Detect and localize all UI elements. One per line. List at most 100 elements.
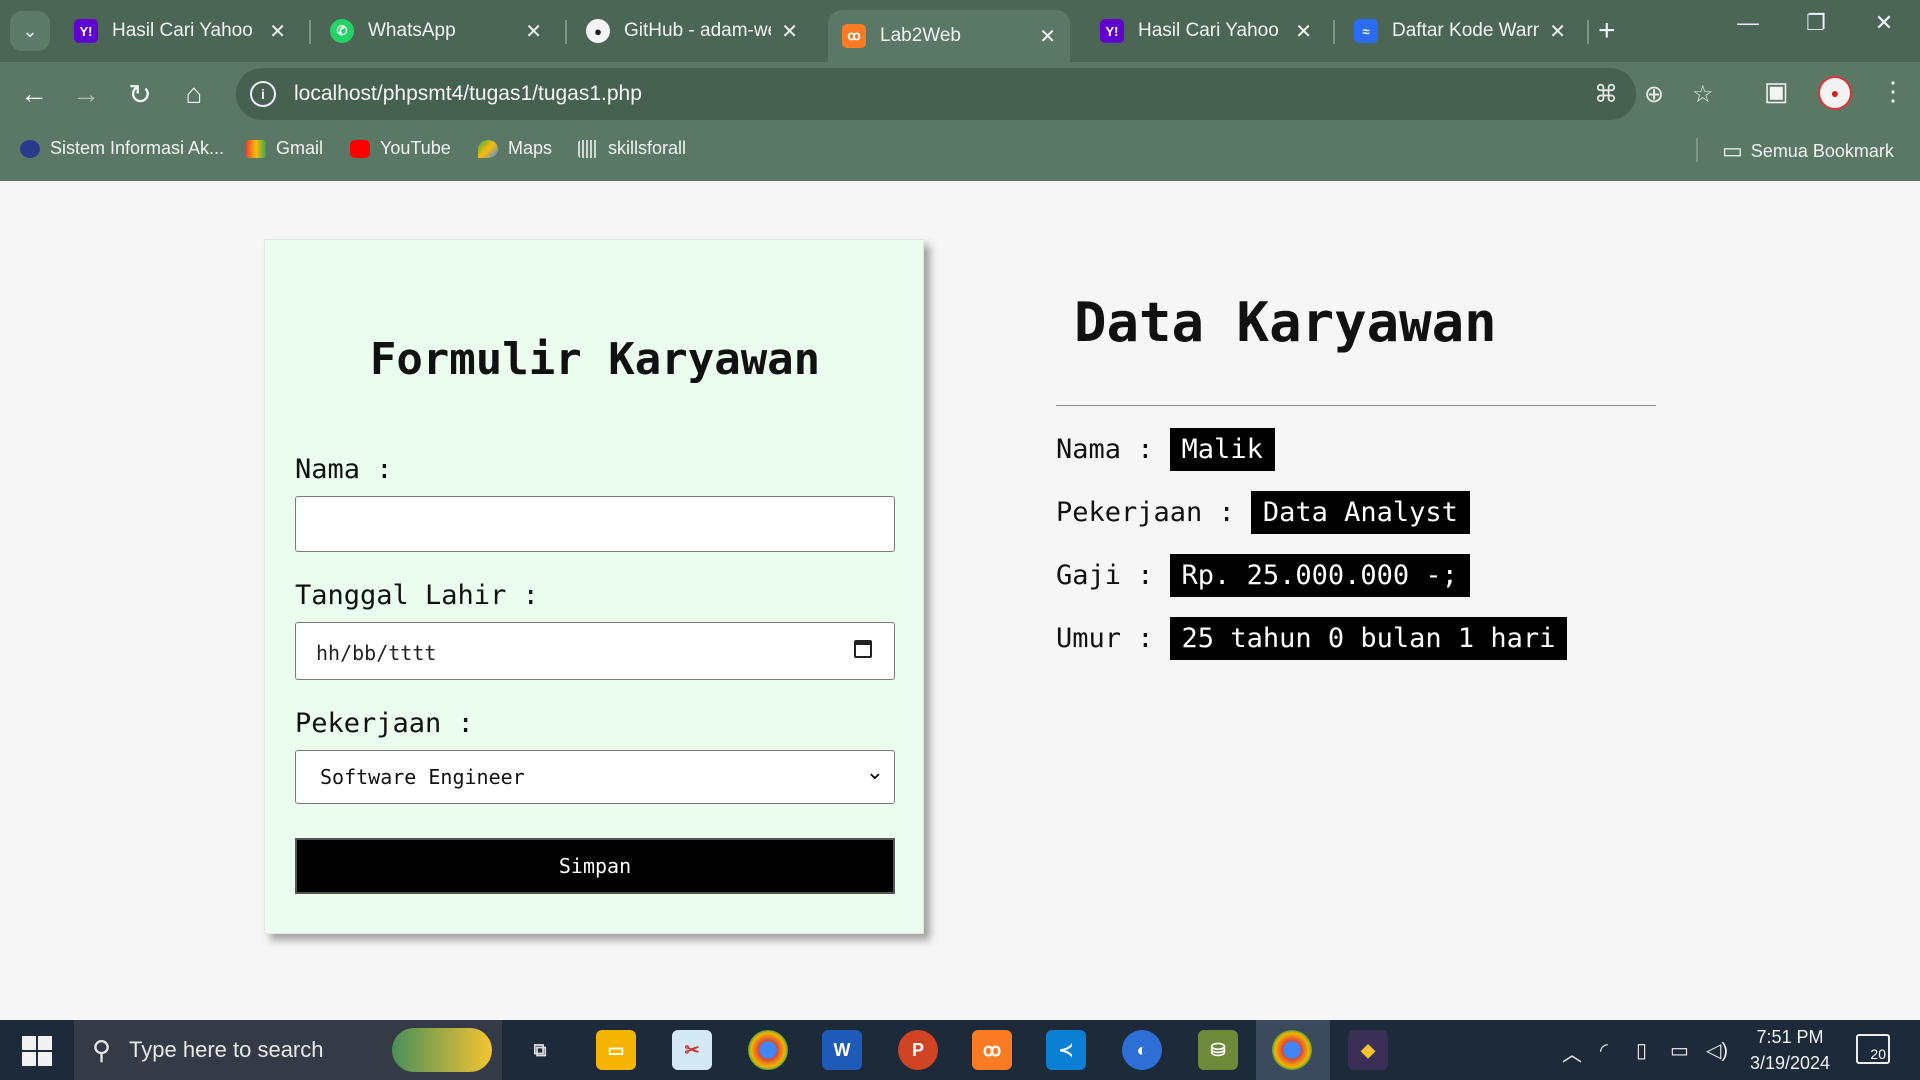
tab-whatsapp[interactable]: ✆ WhatsApp ✕ (316, 10, 556, 52)
tanggal-lahir-input[interactable]: hh/bb/tttt (295, 622, 895, 680)
pekerjaan-select[interactable]: Software Engineer ⌄ (295, 750, 895, 804)
xampp-icon: ꝏ (842, 24, 866, 48)
profile-avatar[interactable]: ● (1818, 76, 1852, 110)
taskbar-search[interactable]: ⚲ Type here to search (74, 1020, 502, 1080)
new-tab-plus-icon[interactable]: + (1598, 14, 1616, 48)
battery-icon[interactable]: ▭ (1670, 1038, 1689, 1063)
bookmarks-separator (1696, 138, 1698, 162)
row-label: Pekerjaan : (1056, 497, 1235, 528)
vscode-icon[interactable]: ≺ (1046, 1030, 1086, 1070)
bookmark-youtube[interactable]: YouTube (350, 138, 451, 159)
whatsapp-icon: ✆ (330, 19, 354, 43)
file-explorer-icon[interactable]: ▭ (596, 1030, 636, 1070)
word-icon[interactable]: W (822, 1030, 862, 1070)
tab-yahoo-2[interactable]: Y! Hasil Cari Yahoo untuk ✕ (1086, 10, 1326, 52)
search-highlight-icon (392, 1028, 492, 1072)
tab-separator (1333, 20, 1335, 44)
app-icon[interactable]: ⛁ (1198, 1030, 1238, 1070)
back-arrow-icon[interactable]: ← (14, 74, 54, 114)
tab-separator (1587, 20, 1589, 44)
calendar-icon[interactable] (854, 640, 872, 658)
windows-taskbar: ⚲ Type here to search ⧉ ▭ ✂ W P ꝏ ≺ ◐ ⛁ … (0, 1020, 1920, 1080)
all-bookmarks[interactable]: ▭ Semua Bookmark (1722, 138, 1894, 164)
data-row-gaji: Gaji : Rp. 25.000.000 -; (1056, 554, 1470, 597)
site-icon: ≈ (1354, 19, 1378, 43)
tab-title: Lab2Web (880, 25, 961, 46)
restore-icon[interactable]: ❐ (1786, 10, 1846, 36)
clock[interactable]: 7:51 PM 3/19/2024 (1736, 1024, 1844, 1076)
bookmark-label: YouTube (380, 138, 451, 158)
powerpoint-icon[interactable]: P (898, 1030, 938, 1070)
bookmark-maps[interactable]: Maps (478, 138, 552, 159)
tab-kode-warna[interactable]: ≈ Daftar Kode Warna ✕ (1340, 10, 1580, 52)
youtube-icon (350, 139, 370, 158)
minimize-icon[interactable]: — (1718, 10, 1778, 36)
browser-chrome: ⌄ Y! Hasil Cari Yahoo untuk ✕ ✆ WhatsApp… (0, 0, 1920, 181)
data-row-nama: Nama : Malik (1056, 428, 1275, 471)
menu-kebab-icon[interactable]: ⋮ (1880, 76, 1906, 107)
task-view-icon[interactable]: ⧉ (520, 1030, 560, 1070)
windows-start-icon[interactable] (14, 1034, 58, 1068)
form-title: Formulir Karyawan (369, 334, 821, 385)
bookmark-gmail[interactable]: Gmail (246, 138, 323, 159)
device-icon[interactable]: ▯ (1636, 1038, 1647, 1063)
bookmark-skillsforall[interactable]: skillsforall (578, 138, 686, 159)
close-icon[interactable]: ✕ (1295, 19, 1312, 44)
reload-icon[interactable]: ↻ (120, 74, 160, 114)
app-icon[interactable]: ◐ (1122, 1030, 1162, 1070)
nama-label: Nama : (295, 454, 393, 485)
tab-search-chevron-icon[interactable]: ⌄ (10, 11, 50, 51)
tab-strip: ⌄ Y! Hasil Cari Yahoo untuk ✕ ✆ WhatsApp… (0, 0, 1920, 62)
bookmark-star-icon[interactable]: ☆ (1692, 80, 1714, 109)
close-icon[interactable]: ✕ (269, 19, 286, 44)
chevron-up-icon[interactable]: ︿ (1562, 1038, 1582, 1067)
tab-lab2web[interactable]: ꝏ Lab2Web ✕ (828, 10, 1070, 62)
row-value: Rp. 25.000.000 -; (1169, 554, 1470, 597)
zoom-icon[interactable]: ⊕ (1644, 80, 1664, 109)
simpan-button[interactable]: Simpan (295, 838, 895, 894)
translate-icon[interactable]: ⌘ (1594, 80, 1618, 109)
all-bookmarks-label: Semua Bookmark (1750, 140, 1894, 161)
wifi-icon[interactable]: ◜ (1600, 1038, 1608, 1063)
url-text[interactable]: localhost/phpsmt4/tugas1/tugas1.php (294, 82, 642, 106)
site-info-icon[interactable]: i (250, 81, 276, 107)
university-icon (20, 139, 40, 158)
address-bar[interactable]: i localhost/phpsmt4/tugas1/tugas1.php ⌘ … (236, 68, 1714, 120)
tab-title: Daftar Kode Warna (1392, 20, 1540, 41)
row-value: Malik (1169, 428, 1275, 471)
bookmark-label: Maps (508, 138, 553, 158)
chrome-profile-icon[interactable] (1272, 1030, 1312, 1070)
notification-icon[interactable]: 20 (1856, 1034, 1890, 1064)
tanggal-lahir-label: Tanggal Lahir : (295, 580, 539, 611)
snipping-tool-icon[interactable]: ✂ (672, 1030, 712, 1070)
tab-yahoo-1[interactable]: Y! Hasil Cari Yahoo untuk ✕ (60, 10, 300, 52)
search-icon: ⚲ (92, 1034, 112, 1065)
window-close-icon[interactable]: ✕ (1854, 10, 1914, 36)
close-icon[interactable]: ✕ (1039, 24, 1056, 49)
tab-github[interactable]: ● GitHub - adam-web ✕ (572, 10, 812, 52)
volume-icon[interactable]: ◁) (1706, 1038, 1728, 1063)
tab-separator (565, 20, 567, 44)
clock-date: 3/19/2024 (1749, 1053, 1831, 1073)
home-icon[interactable]: ⌂ (174, 74, 214, 114)
close-icon[interactable]: ✕ (525, 19, 542, 44)
tab-title: WhatsApp (368, 20, 456, 41)
data-row-pekerjaan: Pekerjaan : Data Analyst (1056, 491, 1470, 534)
pekerjaan-label: Pekerjaan : (295, 708, 474, 739)
bookmark-sistem-informasi[interactable]: Sistem Informasi Ak... (20, 138, 224, 159)
tab-title: GitHub - adam-web (624, 20, 771, 41)
xampp-taskbar-icon[interactable]: ꝏ (972, 1030, 1012, 1070)
close-icon[interactable]: ✕ (781, 19, 798, 44)
yahoo-icon: Y! (1100, 19, 1124, 43)
row-label: Umur : (1056, 623, 1154, 654)
chrome-icon[interactable] (748, 1030, 788, 1070)
nama-input[interactable] (295, 496, 895, 552)
close-icon[interactable]: ✕ (1549, 19, 1566, 44)
forward-arrow-icon[interactable]: → (66, 74, 106, 114)
date-placeholder: hh/bb/tttt (316, 641, 437, 665)
gmail-icon (246, 139, 266, 158)
side-panel-icon[interactable]: ▣ (1764, 76, 1789, 107)
folder-icon: ▭ (1722, 138, 1743, 163)
notification-count: 20 (1870, 1046, 1886, 1062)
app-icon[interactable]: ◆ (1348, 1030, 1388, 1070)
